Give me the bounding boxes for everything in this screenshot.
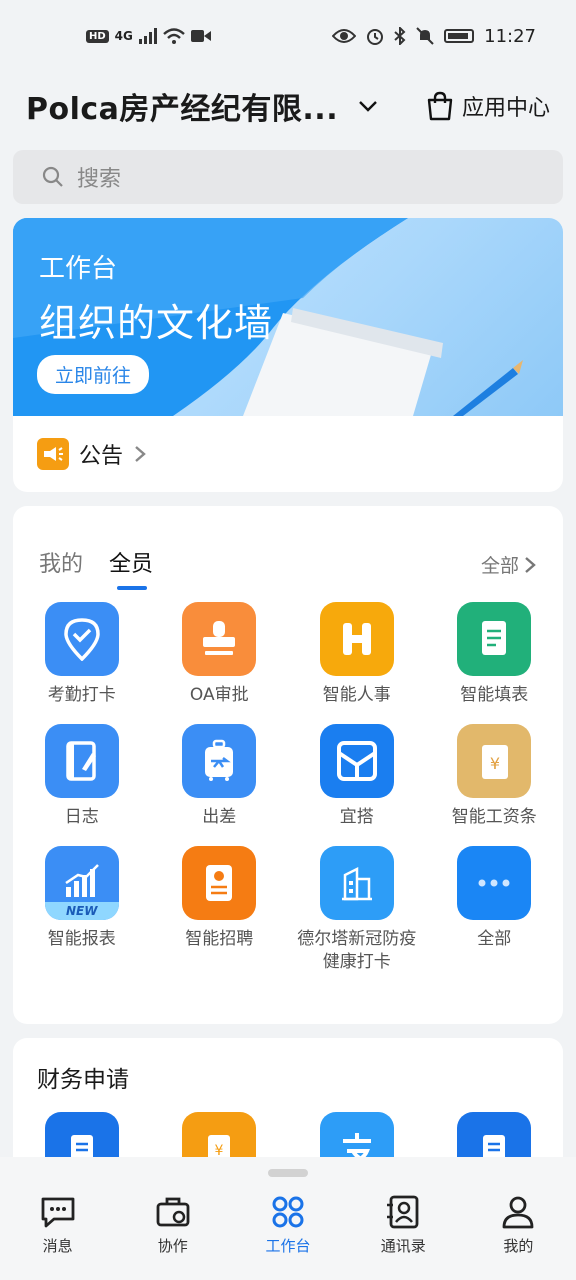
app-center-label: 应用中心 [461,96,550,121]
resume-icon [182,845,257,920]
app-attendance[interactable]: 考勤打卡 [13,602,151,708]
app-grid: 考勤打卡 OA审批 智能人事 智能填表 日志 出差 宜搭 ¥ 智能工资条 NEW… [13,594,563,999]
search-icon [42,166,63,187]
app-health-checkin[interactable]: 德尔塔新冠防疫健康打卡 [288,845,426,976]
stamp-icon [182,602,257,676]
app-recruitment[interactable]: 智能招聘 [151,845,289,976]
finance-title: 财务申请 [37,1067,129,1093]
app-journal[interactable]: 日志 [13,723,151,830]
view-all-link[interactable]: 全部 [481,551,537,578]
chart-icon: NEW [44,845,119,920]
app-oa-approval[interactable]: OA审批 [151,602,289,708]
app-smart-hr[interactable]: 智能人事 [288,602,426,708]
chevron-right-icon [135,446,146,462]
status-bar: HD 4G 11:27 [0,0,576,72]
app-business-trip[interactable]: 出差 [151,723,289,830]
search-placeholder: 搜索 [77,167,122,192]
svg-text:¥: ¥ [490,754,500,773]
journal-icon [44,723,119,798]
shopping-bag-icon [427,91,453,121]
app-smart-form[interactable]: 智能填表 [426,602,564,708]
app-label: 出差 [202,806,237,827]
banner-card: 工作台 组织的文化墙 立即前往 公告 [13,218,563,492]
announcement-row[interactable]: 公告 [13,416,563,492]
status-left: HD 4G [86,28,211,44]
nav-collaboration[interactable]: 协作 [115,1195,230,1256]
app-label: 德尔塔新冠防疫健康打卡 [297,928,417,973]
form-icon [457,602,532,676]
app-label: 智能工资条 [451,806,537,827]
new-badge: NEW [44,901,119,920]
user-icon [503,1196,534,1229]
nav-label: 工作台 [265,1237,311,1255]
workbench-icon [272,1196,304,1228]
banner-go-button[interactable]: 立即前往 [37,355,150,394]
app-smart-report[interactable]: NEW 智能报表 [13,845,151,976]
megaphone-icon [37,438,69,470]
app-label: 智能人事 [322,685,391,705]
briefcase-icon [156,1197,190,1227]
wifi-icon [163,28,185,44]
view-all-label: 全部 [480,555,519,577]
more-icon [457,845,532,920]
culture-wall-banner[interactable]: 工作台 组织的文化墙 立即前往 [13,218,563,416]
bottom-navbar: 消息 协作 工作台 通讯录 我的 [0,1157,576,1280]
mute-bell-icon [416,27,434,45]
org-switcher-title[interactable]: Polca房产经纪有限... [26,84,336,128]
app-label: 全部 [477,928,512,949]
chevron-down-icon[interactable] [358,96,378,116]
search-bar[interactable]: 搜索 [13,150,563,204]
app-label: 智能招聘 [185,928,254,949]
app-label: OA审批 [189,685,249,705]
status-right: 11:27 [332,26,536,47]
bluetooth-icon [394,27,406,45]
video-icon [190,30,211,42]
location-check-icon [44,602,119,676]
contacts-icon [387,1195,419,1229]
h-letter-icon [319,602,394,676]
yida-icon [319,723,394,798]
nav-contacts[interactable]: 通讯录 [346,1195,461,1256]
nav-label: 协作 [157,1237,188,1255]
app-center-button[interactable]: 应用中心 [426,90,550,122]
drag-handle[interactable] [268,1169,308,1177]
banner-small-title: 工作台 [39,254,118,284]
message-icon [41,1197,74,1228]
battery-icon [444,29,475,43]
clock: 11:27 [484,25,536,47]
app-label: 日志 [64,806,99,827]
alarm-icon [367,29,384,45]
app-payslip[interactable]: ¥ 智能工资条 [426,723,564,830]
apps-card: 我的 全员 全部 考勤打卡 OA审批 智能人事 智能填表 日志 出差 宜搭 ¥ … [13,506,563,1024]
nav-messages[interactable]: 消息 [0,1195,115,1256]
app-label: 智能填表 [460,685,529,705]
luggage-icon [182,723,257,798]
signal-icon [138,28,157,44]
banner-title: 组织的文化墙 [39,301,274,345]
payslip-icon: ¥ [457,723,532,798]
app-label: 智能报表 [47,928,116,949]
nav-label: 通讯录 [380,1237,426,1255]
chevron-right-icon [525,556,536,573]
nav-profile[interactable]: 我的 [461,1195,576,1256]
tab-mine[interactable]: 我的 [39,546,83,578]
eye-icon [332,29,357,43]
network-type: 4G [114,29,133,43]
announcement-label: 公告 [79,444,124,469]
hd-badge: HD [86,29,109,43]
nav-label: 我的 [503,1237,534,1255]
app-yida[interactable]: 宜搭 [288,723,426,830]
nav-items: 消息 协作 工作台 通讯录 我的 [0,1195,576,1256]
nav-label: 消息 [42,1237,73,1255]
nav-workbench[interactable]: 工作台 [230,1195,345,1256]
app-label: 考勤打卡 [47,685,116,705]
tab-all-staff[interactable]: 全员 [109,546,153,590]
app-label: 宜搭 [339,806,374,827]
building-icon [319,845,394,920]
header: Polca房产经纪有限... 应用中心 [0,72,576,140]
app-tabs: 我的 全员 全部 [13,506,563,594]
app-all[interactable]: 全部 [426,845,564,976]
